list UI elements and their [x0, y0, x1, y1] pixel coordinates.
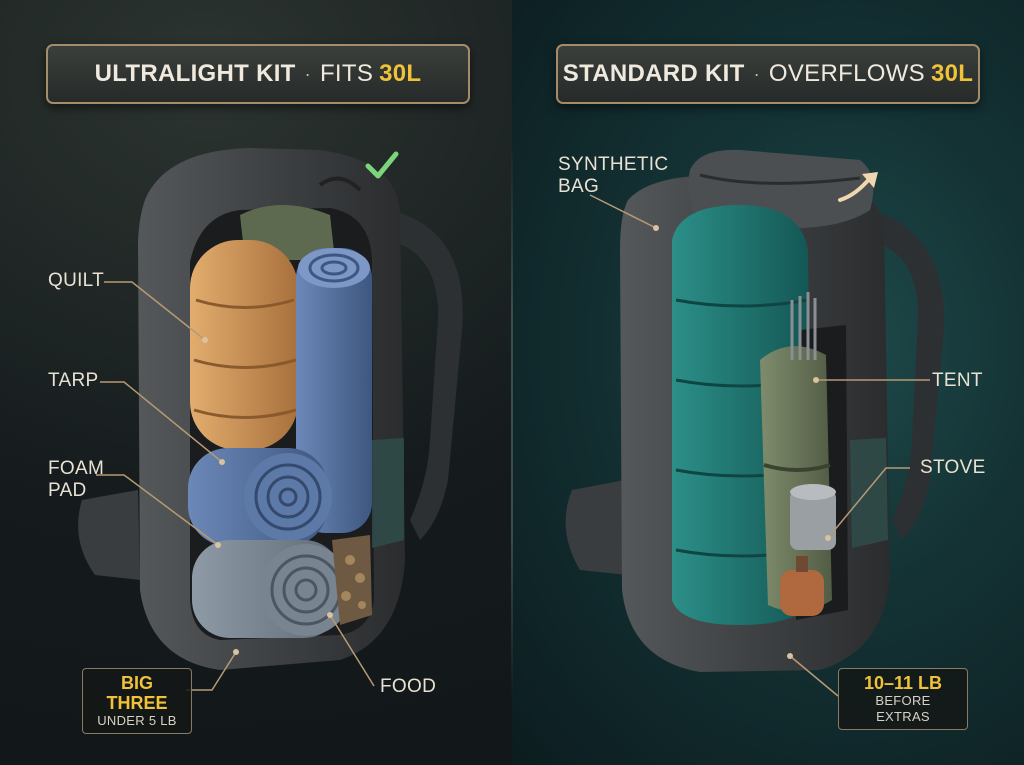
standard-pack	[565, 149, 945, 672]
foam-pad-label-line1: FOAM	[48, 458, 105, 479]
quilt-label: QUILT	[48, 270, 105, 291]
big-three-title: BIG THREE	[106, 673, 168, 713]
stove-label: STOVE	[920, 457, 986, 478]
big-three-subtitle: UNDER 5 LB	[97, 713, 177, 728]
standard-weight-title: 10–11 LB	[863, 673, 943, 693]
backpack-illustration	[78, 148, 945, 697]
synthetic-bag-label-line2: BAG	[558, 176, 600, 197]
food-label: FOOD	[380, 676, 437, 697]
tent-label: TENT	[932, 370, 983, 391]
standard-weight-subtitle: BEFORE EXTRAS	[875, 693, 931, 724]
check-icon	[365, 151, 399, 179]
big-three-callout: BIG THREE UNDER 5 LB	[82, 668, 192, 734]
tarp-item	[188, 448, 332, 546]
quilt-item	[190, 240, 298, 450]
foam-pad-item	[192, 540, 352, 638]
synthetic-bag-label-line1: SYNTHETIC	[558, 154, 669, 175]
foam-pad-label-line2: PAD	[48, 480, 87, 501]
ultralight-pack	[78, 148, 463, 670]
standard-weight-callout: 10–11 LB BEFORE EXTRAS	[838, 668, 968, 730]
tarp-label: TARP	[48, 370, 99, 391]
